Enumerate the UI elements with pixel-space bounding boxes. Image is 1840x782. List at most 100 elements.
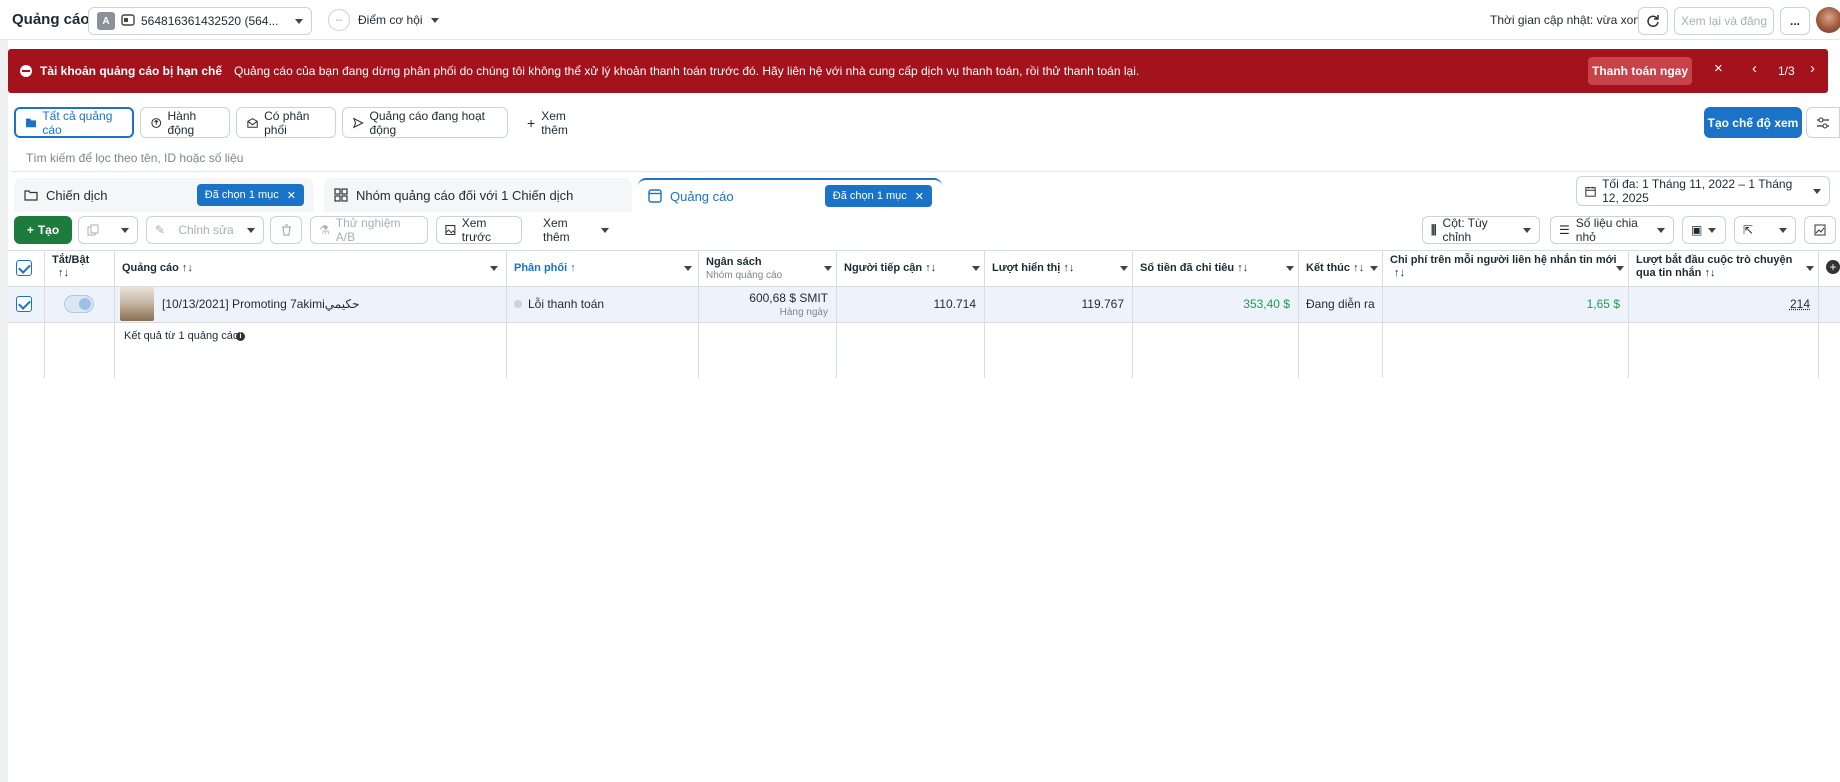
- refresh-icon: [1647, 15, 1659, 28]
- info-icon[interactable]: i: [236, 332, 245, 341]
- chevron-down-icon[interactable]: [1286, 266, 1294, 271]
- ads-table: Tắt/Bật ↑↓ Quảng cáo ↑↓ Phân phối ↑ Ngân …: [8, 250, 1840, 378]
- chevron-right-icon[interactable]: ›: [1810, 60, 1815, 77]
- more-options-button[interactable]: ...: [1780, 7, 1810, 35]
- campaigns-selected-pill[interactable]: Đã chọn 1 mục ✕: [196, 184, 304, 206]
- chevron-down-icon[interactable]: [972, 266, 980, 271]
- header-spent[interactable]: Số tiền đã chi tiêu ↑↓: [1140, 262, 1248, 275]
- column-divider: [984, 250, 985, 378]
- restriction-banner: Tài khoản quảng cáo bị hạn chế Quảng cáo…: [8, 49, 1828, 93]
- sort-icon: ↑↓: [58, 267, 69, 279]
- charts-button[interactable]: [1804, 216, 1836, 244]
- column-divider: [114, 250, 115, 378]
- reports-button[interactable]: ▣: [1682, 216, 1726, 244]
- tab-ads-label: Quảng cáo: [670, 188, 734, 204]
- chevron-down-icon[interactable]: [1616, 266, 1624, 271]
- sliders-icon: [1817, 117, 1829, 128]
- ad-thumbnail[interactable]: [120, 287, 154, 321]
- review-publish-button[interactable]: Xem lại và đăng: [1674, 7, 1774, 35]
- account-id: 564816361432520 (564...: [141, 14, 279, 28]
- chevron-down-icon: [430, 17, 439, 23]
- pay-now-button[interactable]: Thanh toán ngay: [1588, 57, 1692, 85]
- header-budget[interactable]: Ngân sách Nhóm quảng cáo: [706, 256, 782, 282]
- tab-delivering[interactable]: Có phân phối: [236, 107, 336, 138]
- header-delivery[interactable]: Phân phối ↑: [514, 262, 576, 275]
- breakdown-label: Số liệu chia nhỏ: [1575, 216, 1638, 244]
- header-conversations[interactable]: Lượt bắt đầu cuộc trò chuyện qua tin nhắn…: [1636, 254, 1792, 280]
- chevron-down-icon[interactable]: [824, 266, 832, 271]
- select-all-checkbox[interactable]: [16, 260, 32, 276]
- top-header: Quảng cáo A 564816361432520 (564... -- Đ…: [0, 0, 1840, 40]
- alert-icon: [20, 65, 32, 77]
- tab-actions[interactable]: Hành động: [140, 107, 230, 138]
- create-label: Tạo: [37, 223, 60, 237]
- tab-campaigns[interactable]: Chiến dịch Đã chọn 1 mục ✕: [14, 178, 314, 212]
- header-toggle[interactable]: Tắt/Bật ↑↓: [52, 254, 89, 280]
- columns-button[interactable]: ⫼ Cột: Tùy chỉnh: [1422, 216, 1540, 244]
- create-view-button[interactable]: Tạo chế độ xem: [1704, 107, 1802, 138]
- view-settings-button[interactable]: [1806, 107, 1840, 138]
- edit-label: Chỉnh sửa: [178, 223, 234, 237]
- pill-label: Đã chọn 1 mục: [204, 189, 279, 201]
- profile-avatar[interactable]: [1816, 7, 1840, 33]
- header-ad[interactable]: Quảng cáo ↑↓: [122, 262, 193, 275]
- date-range-picker[interactable]: Tối đa: 1 Tháng 11, 2022 – 1 Tháng 12, 2…: [1576, 176, 1830, 206]
- ab-test-label: Thử nghiệm A/B: [335, 216, 401, 244]
- search-input[interactable]: Tìm kiếm để lọc theo tên, ID hoặc số liệ…: [12, 144, 1840, 172]
- chevron-down-icon[interactable]: [1806, 266, 1814, 271]
- chevron-down-icon[interactable]: [684, 266, 692, 271]
- ad-name-link[interactable]: [10/13/2021] Promoting 7akimiحكيمي: [162, 297, 359, 311]
- summary-label: Kết quả từ 1 quảng cáo: [124, 330, 240, 342]
- ab-test-button[interactable]: ⚗ Thử nghiệm A/B: [310, 216, 428, 244]
- budget-period: Hàng ngày: [779, 307, 828, 318]
- tab-adsets[interactable]: Nhóm quảng cáo đối với 1 Chiến dịch: [324, 178, 632, 212]
- breakdown-button[interactable]: ☰ Số liệu chia nhỏ: [1550, 216, 1674, 244]
- tab-all-ads[interactable]: Tất cả quảng cáo: [14, 107, 134, 138]
- see-more-actions[interactable]: Xem thêm: [534, 216, 618, 244]
- ad-toggle[interactable]: [64, 295, 94, 313]
- header-impressions[interactable]: Lượt hiển thị ↑↓: [992, 262, 1074, 275]
- header-budget-label: Ngân sách: [706, 256, 762, 268]
- header-spent-label: Số tiền đã chi tiêu: [1140, 262, 1235, 274]
- tab-active-ads[interactable]: Quảng cáo đang hoạt động: [342, 107, 508, 138]
- delivery-icon: [247, 117, 258, 128]
- sort-icon: ↑↓: [1237, 262, 1249, 274]
- pencil-icon: ✎: [155, 223, 166, 237]
- chevron-down-icon[interactable]: [490, 266, 498, 271]
- banner-title: Tài khoản quảng cáo bị hạn chế: [40, 64, 223, 78]
- duplicate-button[interactable]: [78, 216, 138, 244]
- close-icon[interactable]: ✕: [915, 190, 924, 203]
- edit-button[interactable]: ✎ Chỉnh sửa: [146, 216, 264, 244]
- chevron-down-icon[interactable]: [1370, 266, 1378, 271]
- delete-button[interactable]: [270, 216, 302, 244]
- refresh-button[interactable]: [1638, 7, 1668, 35]
- chevron-left-icon[interactable]: ‹: [1752, 60, 1757, 77]
- header-cost-per-contact[interactable]: Chi phí trên mỗi người liên hệ nhắn tin …: [1390, 254, 1617, 280]
- chevron-down-icon: [1813, 188, 1821, 194]
- tab-delivering-label: Có phân phối: [264, 108, 310, 137]
- sort-icon: ↑↓: [1063, 262, 1075, 274]
- header-reach[interactable]: Người tiếp cận ↑↓: [844, 262, 936, 275]
- conversations-value[interactable]: 214: [1636, 297, 1810, 311]
- row-checkbox[interactable]: [16, 296, 32, 312]
- account-selector[interactable]: A 564816361432520 (564...: [88, 7, 312, 35]
- columns-label: Cột: Tùy chỉnh: [1442, 216, 1488, 244]
- preview-button[interactable]: Xem trước: [436, 216, 522, 244]
- tab-ads[interactable]: Quảng cáo Đã chọn 1 mục ✕: [638, 178, 942, 212]
- see-more-tabs[interactable]: + Xem thêm: [516, 107, 596, 138]
- column-divider: [1298, 250, 1299, 378]
- add-column-icon[interactable]: +: [1826, 260, 1840, 274]
- breakdown-icon: ☰: [1559, 223, 1570, 237]
- sort-icon: ↑↓: [181, 262, 193, 274]
- close-icon[interactable]: ✕: [287, 189, 296, 202]
- page-title: Quảng cáo: [12, 11, 90, 28]
- ads-selected-pill[interactable]: Đã chọn 1 mục ✕: [824, 185, 932, 207]
- close-icon[interactable]: ×: [1714, 60, 1723, 77]
- see-more-label: Xem thêm: [543, 216, 570, 244]
- opportunity-score[interactable]: -- Điểm cơ hội: [328, 9, 439, 31]
- chevron-down-icon[interactable]: [1120, 266, 1128, 271]
- export-button[interactable]: ⇱: [1734, 216, 1796, 244]
- create-button[interactable]: + Tạo: [14, 216, 72, 244]
- header-ends[interactable]: Kết thúc ↑↓: [1306, 262, 1364, 275]
- account-avatar: A: [97, 12, 115, 30]
